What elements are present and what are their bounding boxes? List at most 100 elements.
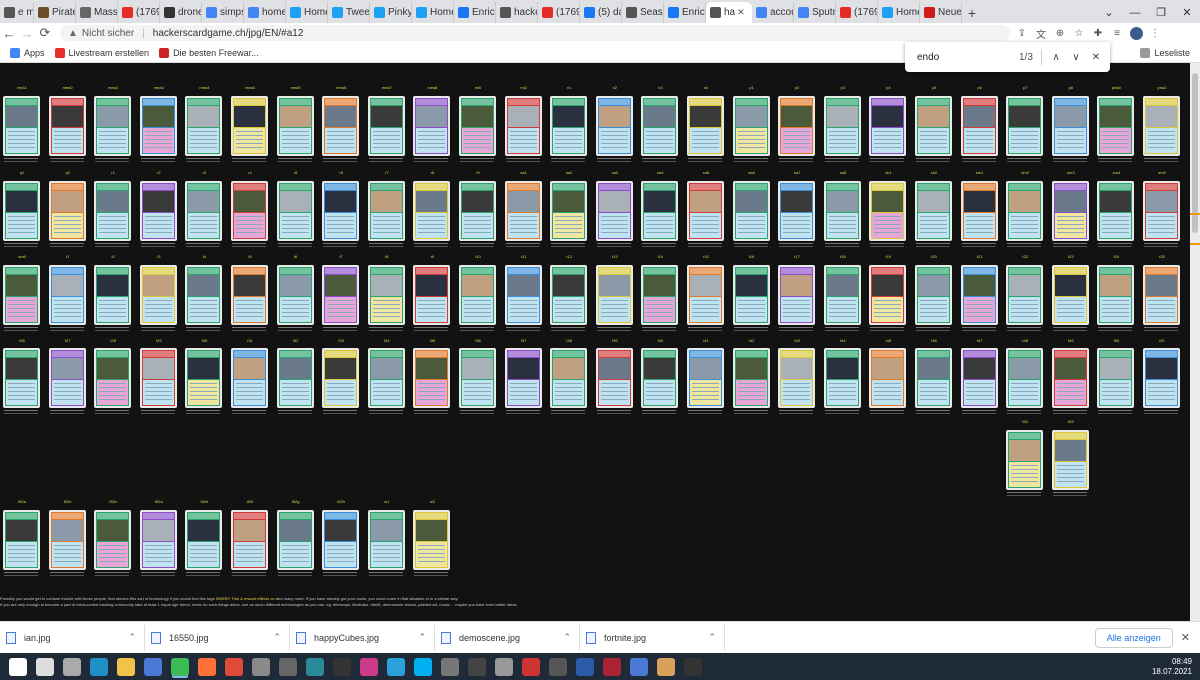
hacker-card[interactable]: [915, 348, 952, 408]
hacker-card[interactable]: [231, 96, 268, 156]
hacker-card[interactable]: [1006, 265, 1044, 325]
photo-icon[interactable]: [360, 657, 378, 676]
chevron-up-icon[interactable]: ⌃: [418, 632, 426, 643]
hacker-card[interactable]: [94, 96, 132, 156]
address-bar[interactable]: ▲ Nicht sicher | hackerscardgame.ch/jpg/…: [60, 25, 1010, 41]
hacker-card[interactable]: [367, 96, 405, 156]
browser-tab[interactable]: Home: [412, 2, 454, 23]
hacker-card[interactable]: [641, 181, 679, 241]
hacker-card[interactable]: [48, 96, 86, 156]
hacker-card[interactable]: [732, 96, 770, 156]
scrollbar-thumb[interactable]: [1192, 73, 1198, 233]
hacker-card[interactable]: [322, 96, 360, 156]
hacker-card[interactable]: [48, 265, 86, 325]
hacker-card[interactable]: [778, 96, 816, 156]
hacker-card[interactable]: [732, 265, 770, 325]
close-window-icon[interactable]: ✕: [1174, 6, 1200, 19]
hacker-card[interactable]: [550, 96, 588, 156]
browser-tab[interactable]: accou: [752, 2, 794, 23]
browser-tab[interactable]: ha ✕: [706, 2, 752, 23]
browser-tab[interactable]: Neue: [920, 2, 962, 23]
hacker-card[interactable]: [915, 265, 952, 325]
hacker-card[interactable]: [1051, 265, 1089, 325]
hacker-card[interactable]: [687, 96, 724, 156]
browser-tab[interactable]: Mass: [76, 2, 118, 23]
hacker-card[interactable]: [687, 181, 724, 241]
hacker-card[interactable]: [595, 181, 633, 241]
hacker-card[interactable]: [139, 265, 177, 325]
hacker-card[interactable]: [3, 348, 40, 408]
app4-icon[interactable]: [441, 657, 459, 676]
hacker-card[interactable]: [3, 181, 40, 241]
telegram-icon[interactable]: [387, 657, 405, 676]
search-icon[interactable]: [36, 657, 54, 676]
system-clock[interactable]: 08:49 18.07.2021: [1152, 657, 1192, 677]
bookmark-item[interactable]: Livestream erstellen: [54, 47, 149, 58]
browser-tab[interactable]: Tweet: [328, 2, 370, 23]
hacker-card[interactable]: [367, 348, 405, 408]
hacker-card[interactable]: [413, 510, 451, 570]
warning-icon[interactable]: ▲: [68, 28, 78, 39]
hacker-card[interactable]: [276, 348, 314, 408]
hacker-card[interactable]: [322, 348, 360, 408]
browser-tab[interactable]: Enrico: [454, 2, 496, 23]
hacker-card[interactable]: [869, 181, 907, 241]
show-all-downloads-button[interactable]: Alle anzeigen: [1094, 627, 1173, 648]
app10-icon[interactable]: [657, 657, 675, 676]
hacker-card[interactable]: [869, 96, 907, 156]
app6-icon[interactable]: [522, 657, 540, 676]
bookmark-star-icon[interactable]: ☆: [1072, 26, 1086, 40]
hacker-card[interactable]: [595, 265, 633, 325]
hacker-card[interactable]: [504, 265, 542, 325]
tab-search-icon[interactable]: ⌄: [1096, 6, 1122, 19]
browser-tab[interactable]: drone: [160, 2, 202, 23]
chevron-up-icon[interactable]: ⌃: [708, 632, 716, 643]
skype-icon[interactable]: [414, 657, 432, 676]
hacker-card[interactable]: [459, 348, 496, 408]
browser-tab[interactable]: Enrico: [664, 2, 706, 23]
chevron-up-icon[interactable]: ⌃: [128, 632, 136, 643]
hacker-card[interactable]: [139, 348, 177, 408]
hacker-card[interactable]: [915, 96, 952, 156]
hacker-card[interactable]: [231, 181, 268, 241]
find-previous-icon[interactable]: ∧: [1046, 52, 1066, 63]
hacker-card[interactable]: [94, 510, 132, 570]
hacker-card[interactable]: [732, 181, 770, 241]
hacker-card[interactable]: [94, 265, 132, 325]
hacker-card[interactable]: [869, 348, 907, 408]
hacker-card[interactable]: [778, 181, 816, 241]
hacker-card[interactable]: [1143, 96, 1180, 156]
firefox-icon[interactable]: [198, 657, 216, 676]
vertical-scrollbar[interactable]: [1190, 63, 1200, 621]
hacker-card[interactable]: [915, 181, 952, 241]
download-item[interactable]: fortnite.jpg ⌃: [580, 624, 725, 651]
hacker-card[interactable]: [367, 265, 405, 325]
find-close-icon[interactable]: ✕: [1086, 52, 1106, 63]
hacker-card[interactable]: [1097, 265, 1135, 325]
hacker-card[interactable]: [367, 181, 405, 241]
hacker-card[interactable]: [276, 265, 314, 325]
edge-icon[interactable]: [90, 657, 108, 676]
close-tab-icon[interactable]: ✕: [737, 7, 745, 18]
bookmark-item[interactable]: Apps: [10, 47, 45, 58]
browser-tab[interactable]: home: [244, 2, 286, 23]
hacker-card[interactable]: [231, 265, 268, 325]
chevron-up-icon[interactable]: ⌃: [563, 632, 571, 643]
hacker-card[interactable]: [413, 96, 451, 156]
hacker-card[interactable]: [550, 181, 588, 241]
hacker-card[interactable]: [322, 265, 360, 325]
browser-tab[interactable]: e mel: [0, 2, 34, 23]
hacker-card[interactable]: [504, 181, 542, 241]
share-icon[interactable]: ⇪: [1015, 26, 1029, 40]
maximize-icon[interactable]: ❐: [1148, 6, 1174, 19]
forward-icon[interactable]: →: [18, 26, 36, 41]
new-tab-button[interactable]: +: [962, 2, 982, 23]
explorer-icon[interactable]: [117, 657, 135, 676]
download-item[interactable]: 16550.jpg ⌃: [145, 624, 290, 651]
hacker-card[interactable]: [459, 181, 496, 241]
hacker-card[interactable]: [185, 265, 223, 325]
hacker-card[interactable]: [1143, 265, 1180, 325]
find-input[interactable]: [915, 50, 1019, 64]
hacker-card[interactable]: [185, 510, 223, 570]
browser-tab[interactable]: simps: [202, 2, 244, 23]
